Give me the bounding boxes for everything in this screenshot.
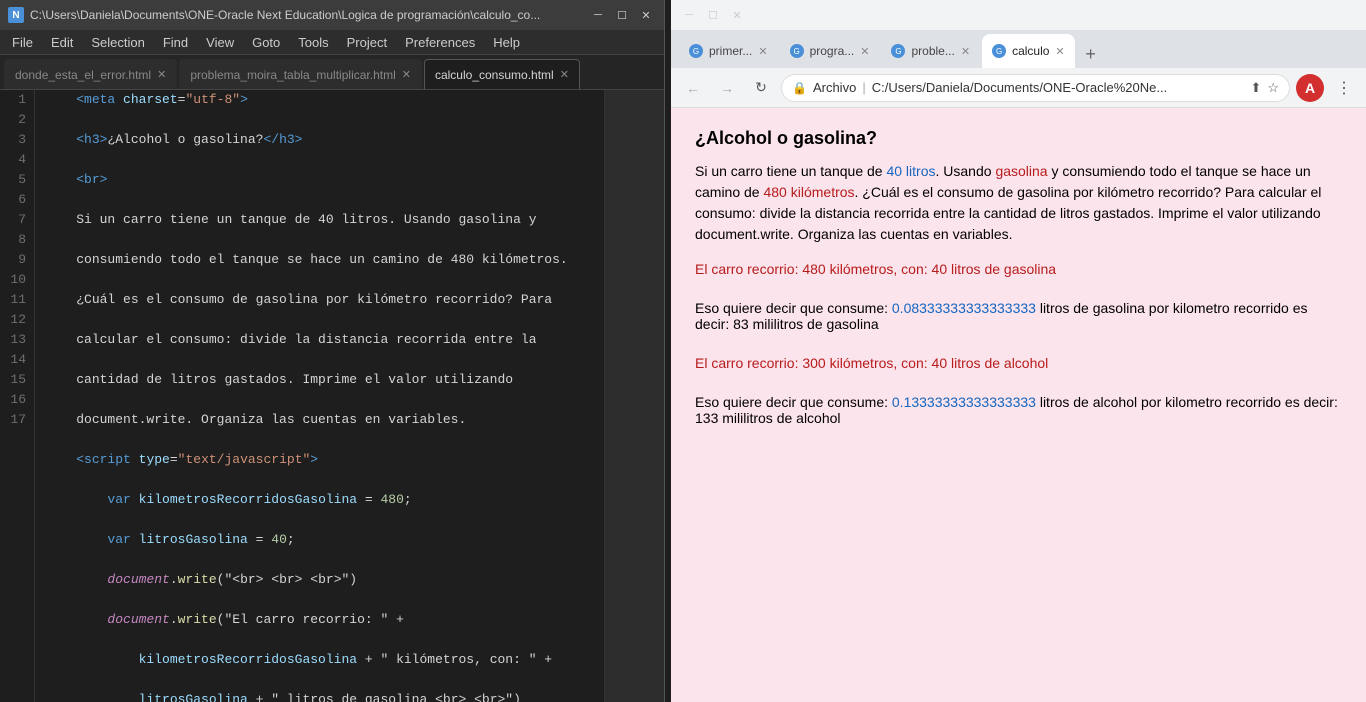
address-bar[interactable]: 🔒 Archivo | C:/Users/Daniela/Documents/O… bbox=[781, 74, 1290, 102]
browser-tab-close-icon[interactable]: ✕ bbox=[1055, 45, 1064, 58]
page-heading: ¿Alcohol o gasolina? bbox=[695, 128, 1342, 149]
minimize-button[interactable]: ─ bbox=[588, 5, 608, 25]
menu-tools[interactable]: Tools bbox=[290, 33, 336, 52]
browser-minimize[interactable]: ─ bbox=[679, 5, 699, 25]
browser-tab-label: proble... bbox=[911, 44, 954, 58]
result-line-1: El carro recorrio: 480 kilómetros, con: … bbox=[695, 261, 1342, 277]
address-separator: | bbox=[862, 80, 865, 95]
editor-menu-bar: File Edit Selection Find View Goto Tools… bbox=[0, 30, 664, 55]
browser-title-bar: ─ ☐ ✕ bbox=[671, 0, 1366, 30]
browser-tab-label: primer... bbox=[709, 44, 752, 58]
browser-tab-label: progra... bbox=[810, 44, 855, 58]
favicon-icon: G bbox=[689, 44, 703, 58]
menu-preferences[interactable]: Preferences bbox=[397, 33, 483, 52]
menu-goto[interactable]: Goto bbox=[244, 33, 288, 52]
menu-selection[interactable]: Selection bbox=[83, 33, 152, 52]
menu-file[interactable]: File bbox=[4, 33, 41, 52]
result-line-3: El carro recorrio: 300 kilómetros, con: … bbox=[695, 355, 1342, 371]
browser-maximize[interactable]: ☐ bbox=[703, 5, 723, 25]
editor-win-controls: ─ ☐ ✕ bbox=[588, 5, 656, 25]
browser-tab-close-icon[interactable]: ✕ bbox=[961, 45, 970, 58]
tab-problema-moira[interactable]: problema_moira_tabla_multiplicar.html ✕ bbox=[179, 59, 422, 89]
menu-edit[interactable]: Edit bbox=[43, 33, 81, 52]
favicon-icon: G bbox=[891, 44, 905, 58]
browser-tab-close-icon[interactable]: ✕ bbox=[860, 45, 869, 58]
menu-help[interactable]: Help bbox=[485, 33, 528, 52]
user-avatar[interactable]: A bbox=[1296, 74, 1324, 102]
tab-close-icon[interactable]: ✕ bbox=[157, 68, 166, 81]
result-line-4: Eso quiere decir que consume: 0.13333333… bbox=[695, 394, 1342, 426]
intro-paragraph: Si un carro tiene un tanque de 40 litros… bbox=[695, 161, 1342, 245]
address-protocol: Archivo bbox=[813, 80, 856, 95]
minimap bbox=[604, 90, 664, 702]
line-numbers: 12345 678910 1112131415 1617 bbox=[0, 90, 35, 702]
forward-button[interactable]: → bbox=[713, 74, 741, 102]
tab-calculo-consumo[interactable]: calculo_consumo.html ✕ bbox=[424, 59, 580, 89]
menu-view[interactable]: View bbox=[198, 33, 242, 52]
address-url: C:/Users/Daniela/Documents/ONE-Oracle%20… bbox=[872, 80, 1168, 95]
browser-tab-bar: G primer... ✕ G progra... ✕ G proble... … bbox=[671, 30, 1366, 68]
browser-tab-close-icon[interactable]: ✕ bbox=[758, 45, 767, 58]
favicon-icon: G bbox=[992, 44, 1006, 58]
browser-win-controls: ─ ☐ ✕ bbox=[679, 5, 747, 25]
close-button[interactable]: ✕ bbox=[636, 5, 656, 25]
favicon-icon: G bbox=[790, 44, 804, 58]
back-button[interactable]: ← bbox=[679, 74, 707, 102]
browser-tab-progra[interactable]: G progra... ✕ bbox=[780, 34, 880, 68]
tab-close-icon[interactable]: ✕ bbox=[560, 68, 569, 81]
tab-label: problema_moira_tabla_multiplicar.html bbox=[190, 68, 395, 82]
browser-content: ¿Alcohol o gasolina? Si un carro tiene u… bbox=[671, 108, 1366, 702]
tab-donde-esta[interactable]: donde_esta_el_error.html ✕ bbox=[4, 59, 177, 89]
browser-tab-proble[interactable]: G proble... ✕ bbox=[881, 34, 980, 68]
editor-area: 12345 678910 1112131415 1617 <meta chars… bbox=[0, 90, 664, 702]
new-tab-button[interactable]: + bbox=[1077, 40, 1105, 68]
menu-project[interactable]: Project bbox=[339, 33, 395, 52]
menu-find[interactable]: Find bbox=[155, 33, 196, 52]
editor-title: C:\Users\Daniela\Documents\ONE-Oracle Ne… bbox=[30, 8, 582, 22]
bookmark-icon[interactable]: ☆ bbox=[1267, 80, 1279, 96]
share-icon: ⬆ bbox=[1250, 80, 1261, 96]
editor-window: N C:\Users\Daniela\Documents\ONE-Oracle … bbox=[0, 0, 665, 702]
settings-icon[interactable]: ⋮ bbox=[1330, 74, 1358, 102]
browser-window: ─ ☐ ✕ G primer... ✕ G progra... ✕ G prob… bbox=[671, 0, 1366, 702]
tab-label: calculo_consumo.html bbox=[435, 68, 554, 82]
browser-tab-label: calculo bbox=[1012, 44, 1049, 58]
maximize-button[interactable]: ☐ bbox=[612, 5, 632, 25]
browser-close[interactable]: ✕ bbox=[727, 5, 747, 25]
editor-tab-bar: donde_esta_el_error.html ✕ problema_moir… bbox=[0, 55, 664, 90]
browser-tab-primer[interactable]: G primer... ✕ bbox=[679, 34, 778, 68]
editor-app-icon: N bbox=[8, 7, 24, 23]
result-line-2: Eso quiere decir que consume: 0.08333333… bbox=[695, 300, 1342, 332]
secure-icon: 🔒 bbox=[792, 81, 807, 95]
browser-nav-bar: ← → ↻ 🔒 Archivo | C:/Users/Daniela/Docum… bbox=[671, 68, 1366, 108]
code-editor[interactable]: <meta charset="utf-8"> <h3>¿Alcohol o ga… bbox=[35, 90, 604, 702]
editor-title-bar: N C:\Users\Daniela\Documents\ONE-Oracle … bbox=[0, 0, 664, 30]
tab-close-icon[interactable]: ✕ bbox=[402, 68, 411, 81]
browser-tab-calculo[interactable]: G calculo ✕ bbox=[982, 34, 1075, 68]
tab-label: donde_esta_el_error.html bbox=[15, 68, 151, 82]
reload-button[interactable]: ↻ bbox=[747, 74, 775, 102]
